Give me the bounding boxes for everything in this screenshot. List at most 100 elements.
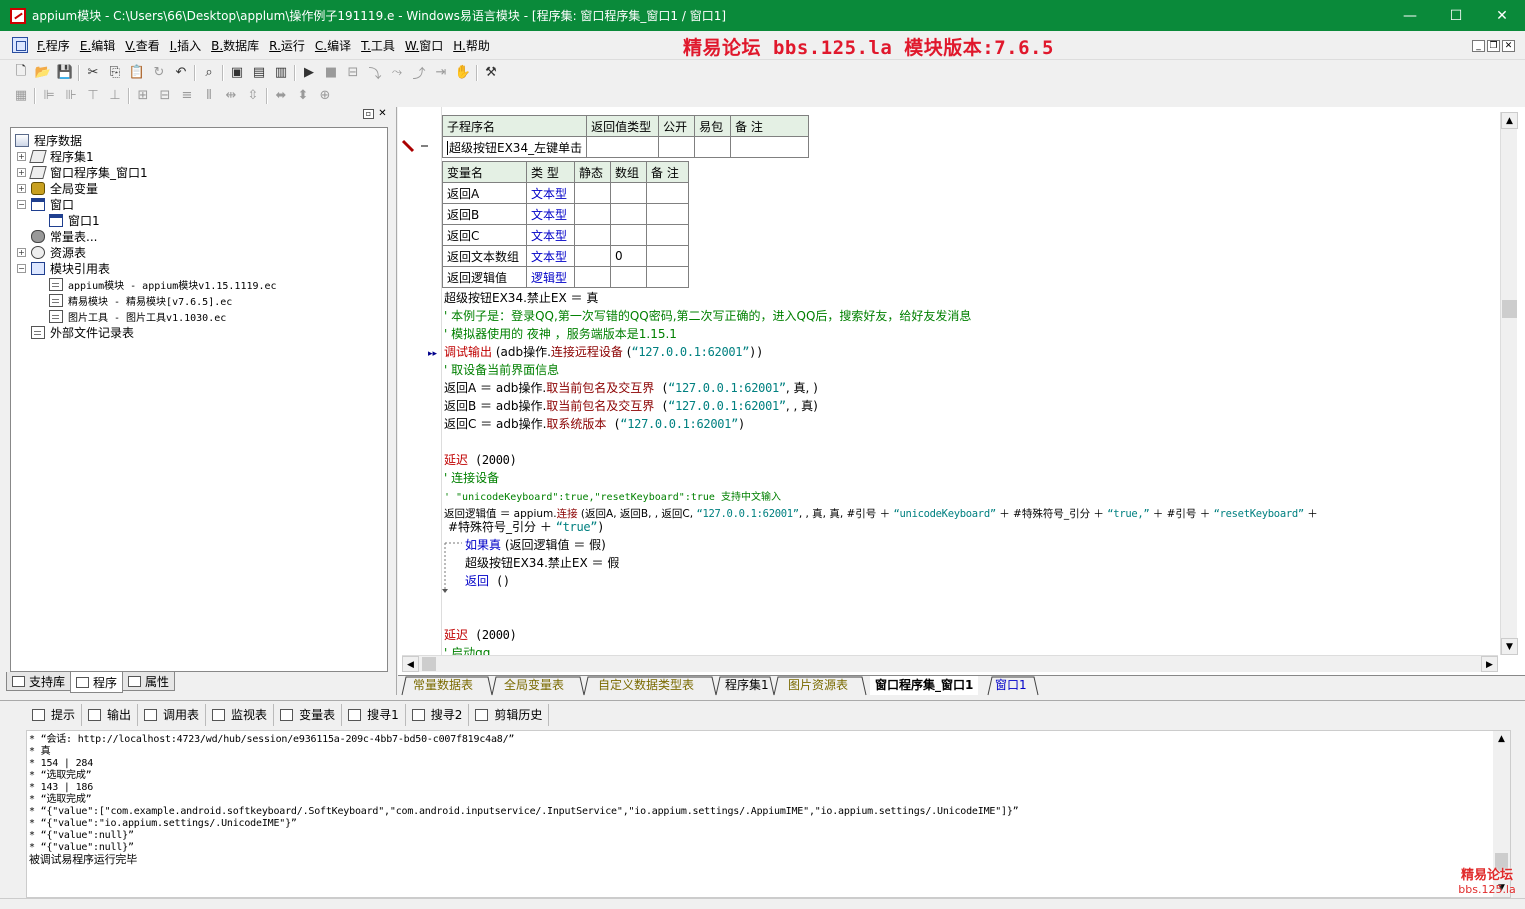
tree-node[interactable]: − 窗口: [11, 196, 387, 212]
var-static-cell[interactable]: [574, 203, 611, 225]
var-static-cell[interactable]: [574, 182, 611, 204]
code-editor[interactable]: ▸▸ 子程序名 返回值类型 公开 易包 备 注 超级按钮EX34_左键单击 变量…: [398, 107, 1525, 675]
code-line[interactable]: ' 本例子是：登录QQ,第一次写错的QQ密码,第二次写正确的，进入QQ后，搜索好…: [444, 307, 971, 325]
align-left-icon[interactable]: ⊫: [38, 86, 60, 106]
tab-window-1[interactable]: 窗口1: [990, 676, 1032, 695]
var-name-cell[interactable]: 返回文本数组: [442, 245, 527, 267]
tree-expander-icon[interactable]: −: [17, 199, 26, 209]
center-both-icon[interactable]: ⊕: [314, 86, 336, 106]
tab-image-resources[interactable]: 图片资源表: [783, 676, 853, 695]
center-horizontal-icon[interactable]: ⬌: [270, 86, 292, 106]
sub-name-cell[interactable]: 超级按钮EX34_左键单击: [442, 136, 588, 158]
same-width-icon[interactable]: ≡: [176, 86, 198, 106]
var-name-cell[interactable]: 返回B: [442, 203, 527, 225]
code-area[interactable]: 子程序名 返回值类型 公开 易包 备 注 超级按钮EX34_左键单击 变量名 类…: [442, 107, 1497, 655]
close-button[interactable]: ✕: [1479, 0, 1525, 31]
tree-node[interactable]: + 资源表: [11, 244, 387, 260]
var-name-cell[interactable]: 返回C: [442, 224, 527, 246]
menu-view[interactable]: V.查看: [120, 37, 165, 54]
code-line[interactable]: ' 模拟器使用的 夜神 ，服务端版本是1.15.1: [444, 325, 677, 343]
var-array-cell[interactable]: [610, 266, 647, 288]
code-line[interactable]: 如果真 (返回逻辑值 ＝ 假): [465, 536, 606, 554]
redo-icon[interactable]: ↻: [148, 63, 170, 83]
tree-expander-icon[interactable]: +: [17, 183, 26, 193]
scroll-down-icon[interactable]: ▼: [1501, 638, 1518, 655]
maximize-button[interactable]: ☐: [1433, 0, 1479, 31]
step-out-icon[interactable]: ⤴: [408, 63, 430, 83]
tree-node[interactable]: + 全局变量: [11, 180, 387, 196]
sub-return-cell[interactable]: [586, 136, 660, 158]
code-line[interactable]: ' "unicodeKeyboard":true,"resetKeyboard"…: [444, 487, 781, 505]
open-folder-icon[interactable]: 📂: [32, 63, 54, 83]
scroll-left-icon[interactable]: ◀: [402, 656, 419, 672]
compile-icon[interactable]: ⚒: [480, 63, 502, 83]
code-line[interactable]: ' 取设备当前界面信息: [444, 361, 559, 379]
code-line[interactable]: 返回B ＝ adb操作.取当前包名及交互界 (“127.0.0.1:62001”…: [444, 397, 818, 415]
hand-icon[interactable]: ✋: [452, 63, 474, 83]
code-line[interactable]: ' 连接设备: [444, 469, 499, 487]
tree-node[interactable]: appium模块 - appium模块v1.15.1119.ec: [11, 276, 387, 292]
var-array-cell[interactable]: [610, 224, 647, 246]
output-pane[interactable]: * “会话: http://localhost:4723/wd/hub/sess…: [26, 730, 1511, 898]
scroll-up-icon[interactable]: ▲: [1493, 731, 1510, 748]
copy-icon[interactable]: ⎘: [104, 63, 126, 83]
scroll-right-icon[interactable]: ▶: [1481, 656, 1498, 672]
tree-node-root[interactable]: 程序数据: [11, 132, 387, 148]
code-line[interactable]: 延迟 (2000): [444, 626, 517, 644]
tab-global-vars[interactable]: 全局变量表: [499, 676, 569, 695]
var-note-cell[interactable]: [646, 224, 689, 246]
space-v-icon[interactable]: ⇳: [242, 86, 264, 106]
var-static-cell[interactable]: [574, 266, 611, 288]
sub-public-cell[interactable]: [658, 136, 696, 158]
var-type-cell[interactable]: 逻辑型: [526, 266, 575, 288]
paste-icon[interactable]: 📋: [126, 63, 148, 83]
run-to-cursor-icon[interactable]: ⇥: [430, 63, 452, 83]
tab-support-library[interactable]: 支持库: [6, 672, 72, 691]
var-static-cell[interactable]: [574, 224, 611, 246]
stop-icon[interactable]: ■: [320, 63, 342, 83]
pin-icon[interactable]: ▫: [363, 109, 374, 119]
tree-node[interactable]: 图片工具 - 图片工具v1.1030.ec: [11, 308, 387, 324]
menu-program[interactable]: F.程序: [32, 37, 75, 54]
panel-close-icon[interactable]: ✕: [377, 109, 388, 119]
sub-easy-cell[interactable]: [694, 136, 732, 158]
tab-constant-table[interactable]: 常量数据表: [408, 676, 478, 695]
new-file-icon[interactable]: 🗋: [10, 63, 32, 83]
menu-help[interactable]: H.帮助: [448, 37, 495, 54]
layout-window-icon[interactable]: ▣: [226, 63, 248, 83]
tab-variables[interactable]: 变量表: [274, 703, 343, 726]
tab-properties[interactable]: 属性: [122, 672, 176, 691]
var-name-cell[interactable]: 返回A: [442, 182, 527, 204]
editor-vertical-scrollbar[interactable]: ▲ ▼: [1500, 112, 1518, 655]
scroll-thumb[interactable]: [1502, 300, 1517, 318]
code-line[interactable]: 返回C ＝ adb操作.取系统版本 (“127.0.0.1:62001”): [444, 415, 745, 433]
tree-node[interactable]: 常量表...: [11, 228, 387, 244]
var-static-cell[interactable]: [574, 245, 611, 267]
code-line[interactable]: 超级按钮EX34.禁止EX ＝ 真: [444, 289, 598, 307]
tree-expander-icon[interactable]: +: [17, 167, 26, 177]
tree-node[interactable]: + 程序集1: [11, 148, 387, 164]
code-line[interactable]: ' 启动qq: [444, 644, 490, 655]
tab-program[interactable]: 程序: [70, 672, 124, 693]
scroll-up-icon[interactable]: ▲: [1501, 112, 1518, 129]
tab-program-set-1[interactable]: 程序集1: [720, 676, 774, 695]
mdi-minimize-button[interactable]: _: [1472, 40, 1485, 52]
var-note-cell[interactable]: [646, 182, 689, 204]
sub-note-cell[interactable]: [730, 136, 809, 158]
tree-expander-icon[interactable]: +: [17, 151, 26, 161]
tree-node[interactable]: + 窗口程序集_窗口1: [11, 164, 387, 180]
var-note-cell[interactable]: [646, 266, 689, 288]
var-array-cell[interactable]: [610, 182, 647, 204]
tab-hint[interactable]: 提示: [26, 703, 83, 726]
code-line[interactable]: #特殊符号_引分 ＋ “true”): [448, 518, 604, 536]
cut-icon[interactable]: ✂: [82, 63, 104, 83]
var-type-cell[interactable]: 文本型: [526, 245, 575, 267]
var-array-cell[interactable]: [610, 203, 647, 225]
menu-edit[interactable]: E.编辑: [75, 37, 120, 54]
undo-icon[interactable]: ↶: [170, 63, 192, 83]
var-note-cell[interactable]: [646, 245, 689, 267]
align-top-icon[interactable]: ⊤: [82, 86, 104, 106]
code-line[interactable]: 返回A ＝ adb操作.取当前包名及交互界 (“127.0.0.1:62001”…: [444, 379, 818, 397]
tree-node[interactable]: − 模块引用表: [11, 260, 387, 276]
tree-node[interactable]: 窗口1: [11, 212, 387, 228]
